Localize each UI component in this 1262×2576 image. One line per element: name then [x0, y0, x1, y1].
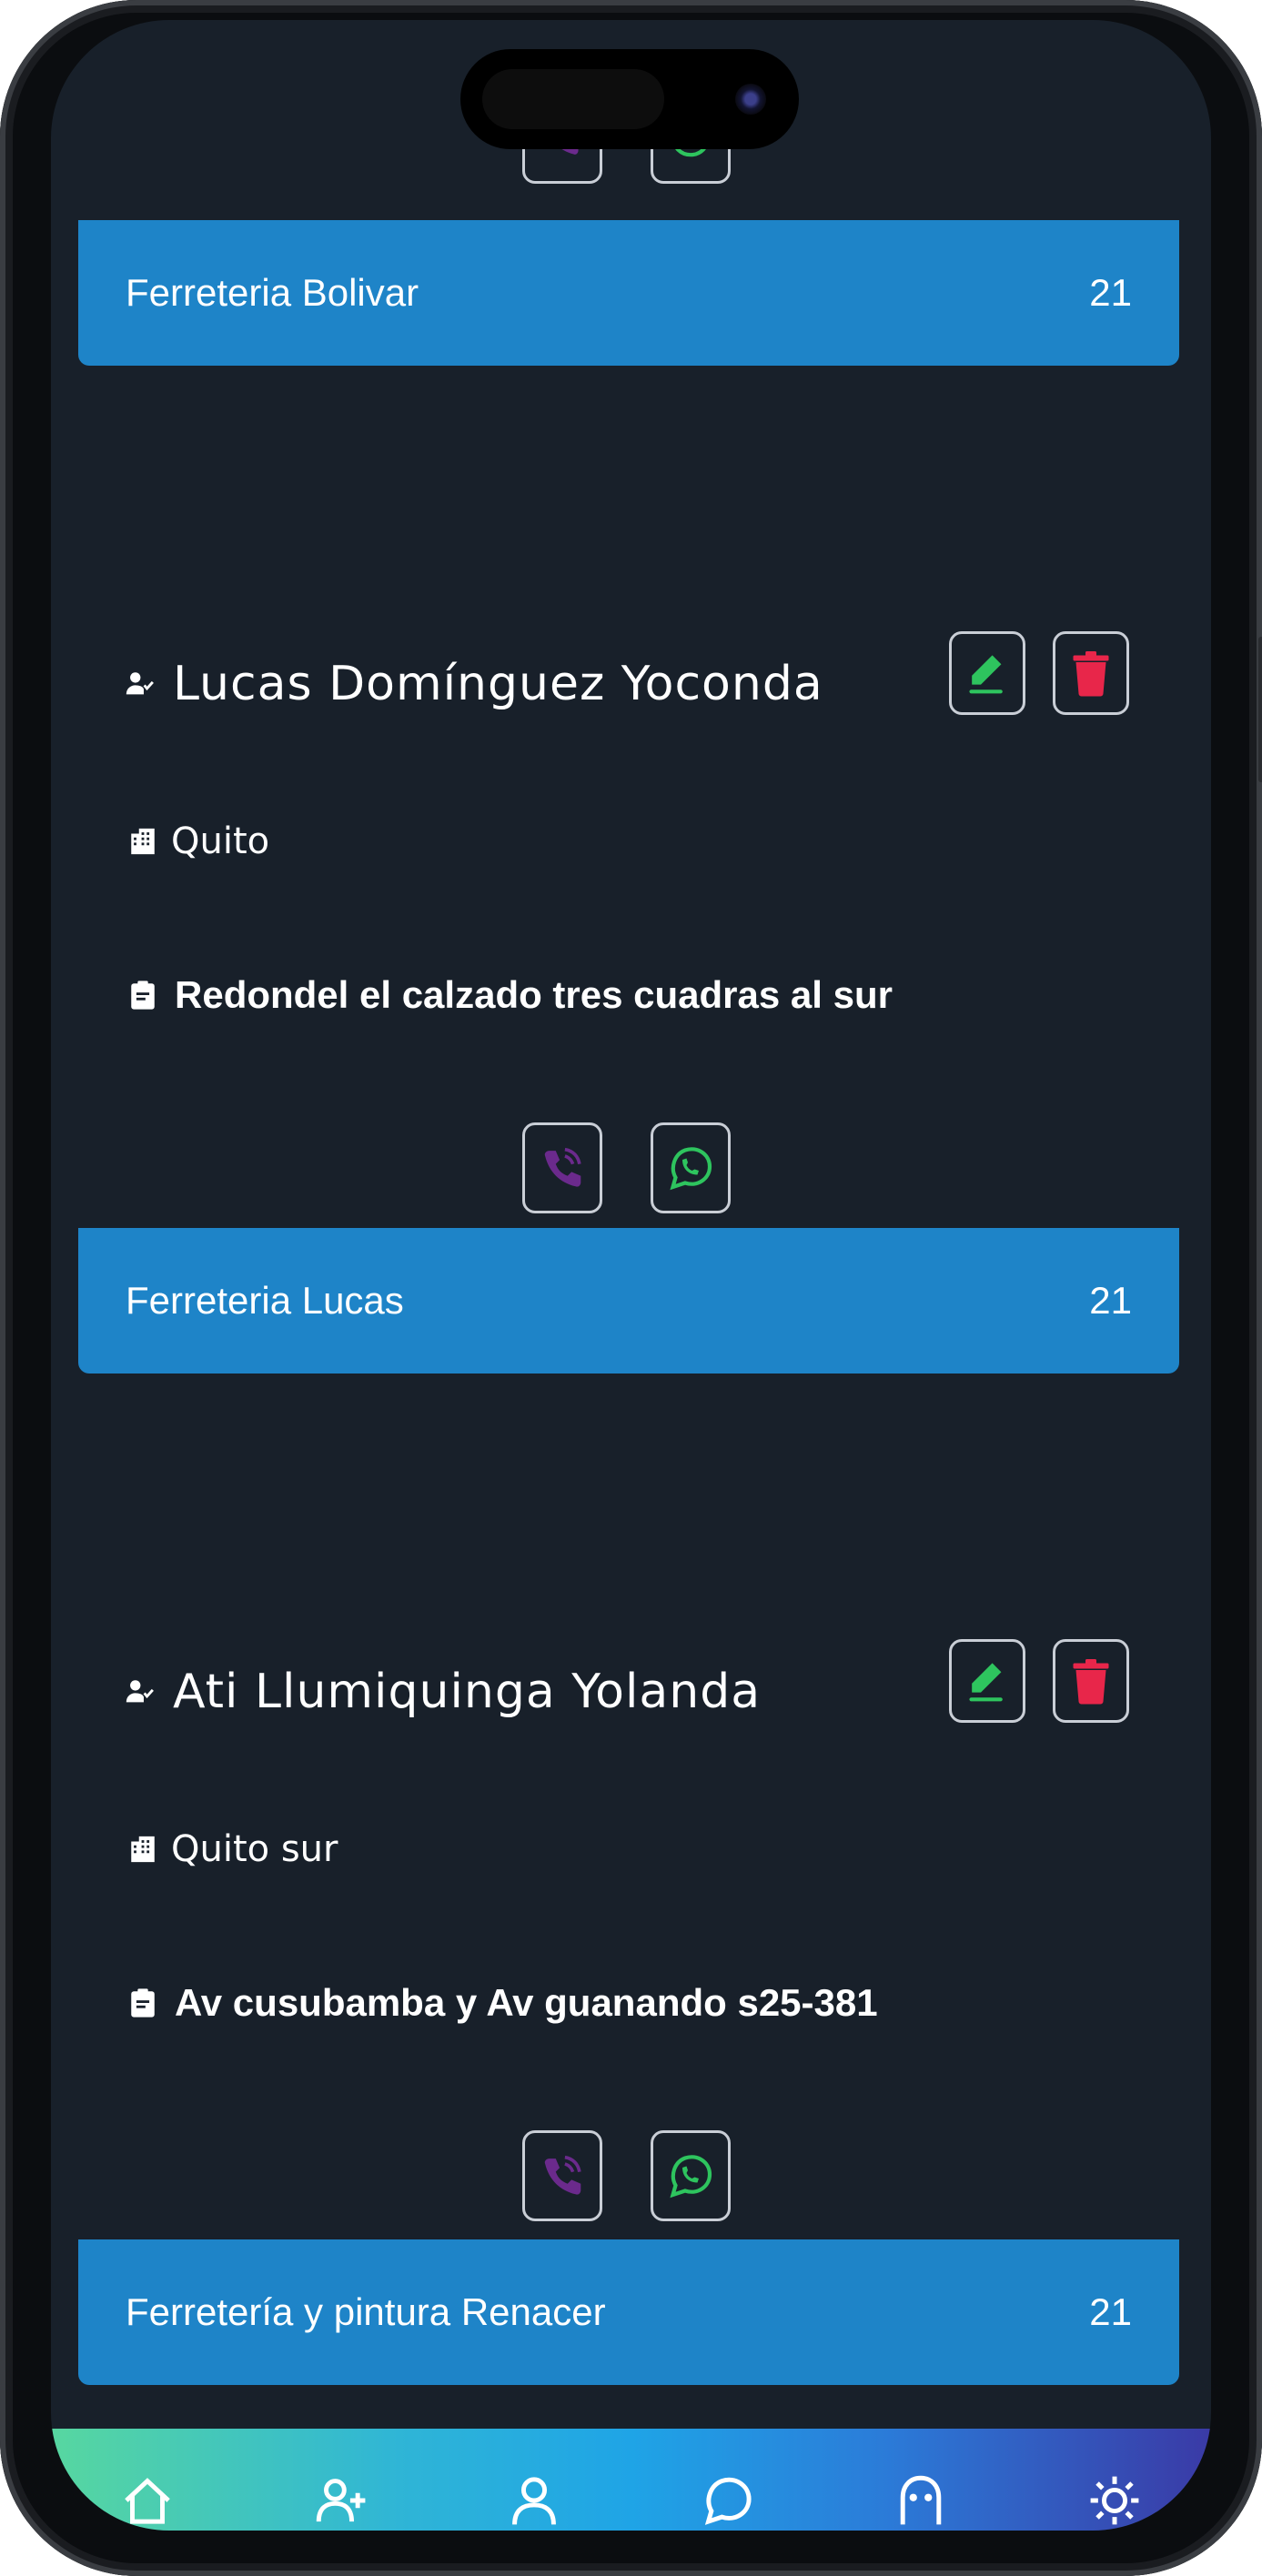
camera-icon: [735, 84, 766, 115]
company-name: Ferreteria Lucas: [126, 1279, 404, 1322]
ghost-icon[interactable]: [891, 2470, 951, 2531]
app-screen: Ferreteria Bolivar 21 Lucas Domínguez Yo…: [51, 20, 1211, 2531]
company-name: Ferreteria Bolivar: [126, 271, 419, 314]
settings-icon[interactable]: [1085, 2470, 1145, 2531]
contact-address: Redondel el calzado tres cuadras al sur: [175, 973, 893, 1016]
whatsapp-icon[interactable]: [698, 2470, 758, 2531]
trash-icon: [1073, 651, 1109, 697]
company-count: 21: [1089, 2290, 1132, 2333]
company-banner[interactable]: Ferreteria Lucas 21: [78, 1228, 1179, 1374]
whatsapp-button[interactable]: [651, 2130, 731, 2221]
pencil-icon: [969, 1663, 1003, 1702]
contact-city: Quito sur: [171, 1828, 338, 1870]
whatsapp-icon: [670, 2155, 712, 2199]
company-count: 21: [1089, 271, 1132, 314]
building-icon: [131, 828, 155, 855]
trash-icon: [1073, 1659, 1109, 1705]
company-name: Ferretería y pintura Renacer: [126, 2290, 606, 2333]
call-button[interactable]: [522, 2130, 602, 2221]
company-banner[interactable]: Ferretería y pintura Renacer 21: [78, 2239, 1179, 2385]
whatsapp-icon: [670, 1147, 712, 1191]
phone-frame: Ferreteria Bolivar 21 Lucas Domínguez Yo…: [0, 0, 1262, 2576]
side-button: [1258, 637, 1262, 782]
company-count: 21: [1089, 1279, 1132, 1322]
add-user-icon[interactable]: [311, 2470, 371, 2531]
person-check-icon: [126, 1680, 154, 1703]
building-icon: [131, 1836, 155, 1863]
phone-call-icon: [544, 1147, 581, 1187]
pencil-icon: [969, 655, 1003, 694]
dynamic-island: [460, 49, 799, 149]
bottom-nav: [51, 2429, 1211, 2531]
contact-name: Lucas Domínguez Yoconda: [173, 657, 823, 711]
edit-button[interactable]: [949, 1639, 1025, 1723]
whatsapp-button[interactable]: [651, 1122, 731, 1213]
contact-address: Av cusubamba y Av guanando s25-381: [175, 1981, 878, 2024]
edit-button[interactable]: [949, 631, 1025, 715]
clipboard-icon: [131, 981, 155, 1010]
company-banner[interactable]: Ferreteria Bolivar 21: [78, 220, 1179, 366]
contact-name: Ati Llumiquinga Yolanda: [173, 1665, 762, 1719]
call-button[interactable]: [522, 1122, 602, 1213]
phone-call-icon: [544, 2155, 581, 2195]
clipboard-icon: [131, 1988, 155, 2018]
home-icon[interactable]: [117, 2470, 177, 2531]
delete-button[interactable]: [1053, 1639, 1129, 1723]
delete-button[interactable]: [1053, 631, 1129, 715]
contact-city: Quito: [171, 820, 270, 862]
person-check-icon: [126, 672, 154, 695]
user-icon[interactable]: [504, 2470, 564, 2531]
